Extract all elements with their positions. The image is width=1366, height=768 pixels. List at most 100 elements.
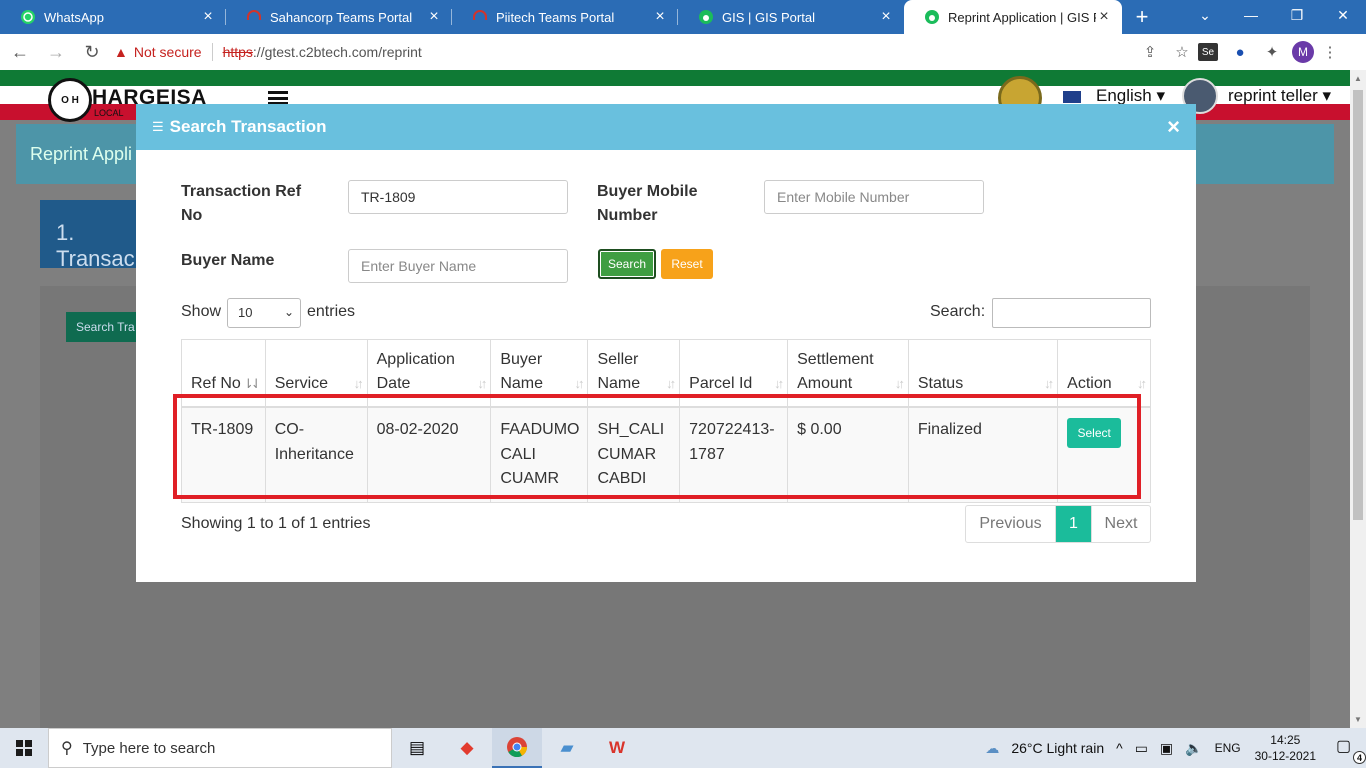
close-icon[interactable]: × [1167, 114, 1180, 140]
buyer-mobile-input[interactable] [764, 180, 984, 214]
weather-text[interactable]: 26°C Light rain [1011, 740, 1104, 756]
step-heading: 1. Transac [40, 200, 150, 271]
pagination: Previous 1 Next [965, 505, 1151, 543]
gis-icon [699, 10, 713, 24]
input-language[interactable]: ENG [1215, 741, 1241, 755]
gis-icon [925, 10, 939, 24]
wps-office-icon[interactable]: W [592, 728, 642, 768]
headset-icon [473, 10, 487, 20]
star-icon[interactable]: ☆ [1166, 36, 1198, 68]
anydesk-icon[interactable]: ◆ [442, 728, 492, 768]
list-icon: ☰ [152, 119, 164, 134]
system-tray: ☁ 26°C Light rain ^ ▭ ▣ 🔈 ENG 14:25 30-1… [979, 728, 1366, 768]
tab-reprint-application[interactable]: Reprint Application | GIS Portal × [904, 0, 1122, 34]
close-icon[interactable]: ✕ [1320, 0, 1366, 30]
language-selector[interactable]: English ▾ [1096, 86, 1165, 106]
tab-title: GIS | GIS Portal [722, 9, 815, 25]
table-info: Showing 1 to 1 of 1 entries [181, 515, 371, 532]
forward-arrow-icon[interactable]: → [40, 36, 72, 68]
tab-title: Piitech Teams Portal [496, 9, 615, 25]
volume-icon[interactable]: 🔈 [1185, 740, 1202, 757]
new-tab-button[interactable]: + [1122, 0, 1162, 34]
next-page-button[interactable]: Next [1091, 506, 1150, 542]
close-icon[interactable]: × [200, 8, 216, 26]
hamburger-menu-icon[interactable] [268, 91, 288, 105]
whatsapp-icon [21, 10, 35, 24]
windows-logo-icon [16, 740, 32, 756]
previous-page-button[interactable]: Previous [966, 506, 1056, 542]
close-icon[interactable]: × [652, 8, 668, 26]
search-icon: ⚲ [61, 740, 73, 757]
browser-toolbar: ⇪ ☆ Se ● ✦ M ⋮ [1134, 36, 1346, 68]
network-icon[interactable]: ▣ [1160, 740, 1173, 757]
sort-icon: ↓↑ [353, 376, 364, 391]
sort-icon: ↓↑ [894, 376, 905, 391]
tab-title: Sahancorp Teams Portal [270, 9, 413, 25]
search-button[interactable]: Search [598, 249, 656, 279]
address-bar: ← → ↻ ▲ Not secure https ://gtest.c2btec… [0, 34, 1366, 70]
windows-taskbar: ⚲ Type here to search ▤ ◆ ▰ W ☁ 26°C Lig… [0, 728, 1366, 768]
notepad-icon[interactable]: ▰ [542, 728, 592, 768]
table-search-input[interactable] [992, 298, 1151, 328]
tab-whatsapp[interactable]: WhatsApp × [0, 0, 226, 34]
start-button[interactable] [0, 728, 48, 768]
profile-avatar[interactable]: M [1292, 41, 1314, 63]
chevron-up-icon[interactable]: ^ [1116, 740, 1123, 756]
notification-icon[interactable]: ▢ 4 [1336, 736, 1366, 764]
clock-date: 30-12-2021 [1254, 749, 1316, 763]
transaction-ref-input[interactable] [348, 180, 568, 214]
sort-icon: ↓↑ [1044, 376, 1054, 391]
tab-piitech[interactable]: Piitech Teams Portal × [452, 0, 678, 34]
reload-icon[interactable]: ↻ [76, 36, 108, 68]
tab-sahancorp[interactable]: Sahancorp Teams Portal × [226, 0, 452, 34]
security-status[interactable]: Not secure [134, 44, 202, 60]
close-icon[interactable]: × [878, 8, 894, 26]
chevron-down-icon[interactable]: ⌄ [1182, 0, 1228, 30]
close-icon[interactable]: × [1096, 8, 1112, 26]
clock-time: 14:25 [1270, 733, 1301, 747]
chrome-logo-icon [507, 737, 528, 758]
page-title: Reprint Appli [30, 144, 133, 164]
sort-icon: ↓↑ [666, 376, 676, 391]
entries-select[interactable]: 10 ⌄ [227, 298, 301, 328]
window-controls: ⌄ — ❐ ✕ [1182, 0, 1366, 30]
task-view-icon[interactable]: ▤ [392, 728, 442, 768]
modal-title: Search Transaction [169, 117, 327, 136]
uk-flag-icon [1062, 90, 1082, 104]
chevron-down-icon: ⌄ [283, 305, 294, 319]
page-scrollbar[interactable]: ▲ ▼ [1350, 70, 1366, 728]
close-icon[interactable]: × [426, 8, 442, 26]
clock[interactable]: 14:25 30-12-2021 [1255, 732, 1316, 764]
chrome-icon[interactable] [492, 728, 542, 768]
weather-icon: ☁ [985, 739, 1000, 756]
taskbar-search[interactable]: ⚲ Type here to search [48, 728, 392, 768]
sort-icon: ↓↑ [1137, 376, 1147, 391]
battery-icon[interactable]: ▭ [1135, 740, 1148, 757]
highlight-annotation [173, 394, 1141, 499]
reset-button[interactable]: Reset [661, 249, 713, 279]
warning-icon: ▲ [114, 44, 128, 60]
buyer-name-input[interactable] [348, 249, 568, 283]
kebab-menu-icon[interactable]: ⋮ [1314, 36, 1346, 68]
buyer-name-label: Buyer Name [181, 252, 275, 269]
page-1-button[interactable]: 1 [1056, 506, 1091, 542]
table-search-label: Search: [930, 303, 986, 320]
extension-se-icon[interactable]: Se [1198, 43, 1218, 61]
puzzle-icon[interactable]: ✦ [1256, 36, 1288, 68]
entries-label: entries [307, 303, 356, 320]
extension-shield-icon[interactable]: ● [1224, 36, 1256, 68]
user-menu[interactable]: reprint teller ▾ [1228, 86, 1331, 106]
site-logo: O H [48, 78, 92, 122]
minimize-icon[interactable]: — [1228, 0, 1274, 30]
restore-icon[interactable]: ❐ [1274, 0, 1320, 30]
back-arrow-icon[interactable]: ← [4, 36, 36, 68]
tab-gis-portal[interactable]: GIS | GIS Portal × [678, 0, 904, 34]
url-text: ://gtest.c2btech.com/reprint [252, 44, 422, 60]
tab-title: WhatsApp [44, 9, 104, 25]
browser-tab-bar: WhatsApp × Sahancorp Teams Portal × Piit… [0, 0, 1366, 34]
notification-count: 4 [1353, 751, 1366, 764]
share-icon[interactable]: ⇪ [1134, 36, 1166, 68]
logo-subtext: LOCAL [94, 108, 124, 118]
sort-icon: ⇂⇃ [242, 376, 262, 391]
url-bar[interactable]: ▲ Not secure https ://gtest.c2btech.com/… [114, 38, 1134, 66]
